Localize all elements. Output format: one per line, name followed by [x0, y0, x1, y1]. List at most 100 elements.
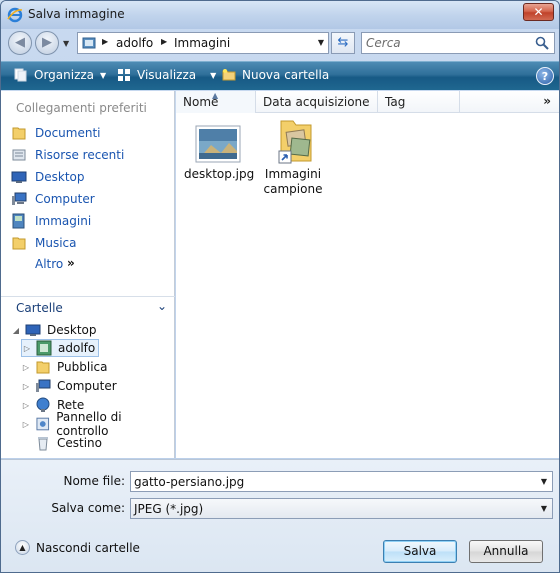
column-tag[interactable]: Tag: [378, 91, 460, 113]
collapse-arrow-icon[interactable]: ◢: [11, 326, 21, 335]
sidebar-item-computer[interactable]: Computer: [11, 190, 95, 208]
sidebar-item-desktop[interactable]: Desktop: [11, 168, 85, 186]
folder-item[interactable]: Immagini campione: [260, 117, 326, 197]
breadcrumb-separator-icon[interactable]: ▶: [161, 37, 167, 46]
tree-item-adolfo[interactable]: ▷ adolfo: [21, 339, 100, 357]
address-row: ◀ ▶ ▼ ▶ adolfo ▶ Immagini ▼ ⇆: [1, 29, 559, 59]
filename-label: Nome file:: [63, 474, 125, 488]
control-panel-icon: [36, 417, 49, 431]
search-icon: [535, 36, 549, 50]
refresh-button[interactable]: ⇆: [331, 32, 355, 54]
filetype-select[interactable]: JPEG (*.jpg) ▼: [130, 498, 553, 519]
breadcrumb-item[interactable]: Immagini: [174, 36, 230, 50]
filetype-value: JPEG (*.jpg): [134, 502, 204, 516]
expand-arrow-icon[interactable]: ▷: [21, 363, 31, 372]
view-label: Visualizza: [137, 68, 197, 82]
tree-item-desktop[interactable]: ◢ Desktop: [11, 321, 97, 339]
file-name: desktop.jpg: [184, 167, 255, 181]
new-folder-button[interactable]: Nuova cartella: [222, 68, 329, 82]
folder-icon: [36, 361, 50, 374]
sidebar-item-risorse-recenti[interactable]: Risorse recenti: [11, 146, 124, 164]
sidebar-item-immagini[interactable]: Immagini: [11, 212, 91, 230]
new-folder-label: Nuova cartella: [242, 68, 330, 82]
network-icon: [36, 397, 50, 412]
column-data-acquisizione[interactable]: Data acquisizione: [256, 91, 378, 113]
internet-explorer-icon: [7, 7, 23, 23]
search-input[interactable]: [366, 35, 526, 51]
new-folder-icon: [222, 69, 236, 81]
expand-arrow-icon[interactable]: ▷: [21, 401, 31, 410]
desktop-icon: [25, 324, 41, 336]
organize-menu[interactable]: Organizza ▼: [14, 68, 106, 82]
back-arrow-icon: ◀: [15, 35, 25, 50]
music-folder-icon: [12, 237, 26, 250]
filename-combobox[interactable]: ▼: [130, 471, 553, 492]
hide-folders-button[interactable]: ▲ Nascondi cartelle: [15, 540, 140, 555]
title-bar: Salva immagine ✕: [1, 1, 559, 29]
address-bar[interactable]: ▶ adolfo ▶ Immagini ▼: [77, 32, 329, 54]
organize-label: Organizza: [34, 68, 95, 82]
save-image-dialog: Salva immagine ✕ ◀ ▶ ▼ ▶ adolfo ▶ Immagi…: [0, 0, 560, 573]
pictures-icon: [12, 213, 25, 229]
more-columns-icon[interactable]: »: [543, 94, 551, 108]
pictures-folder-icon: [82, 37, 96, 49]
breadcrumb-item[interactable]: adolfo: [116, 36, 153, 50]
tree-item-computer[interactable]: ▷ Computer: [21, 377, 117, 395]
more-links-button[interactable]: Altro: [35, 257, 63, 271]
folders-header-label: Cartelle: [16, 301, 63, 315]
column-header: ▲ Nome Data acquisizione Tag »: [176, 91, 559, 113]
forward-button[interactable]: ▶: [35, 31, 59, 55]
tree-item-pannello-di-controllo[interactable]: ▷ Pannello di controllo: [21, 410, 174, 438]
recycle-bin-icon: [38, 437, 48, 451]
recent-places-icon: [12, 149, 26, 161]
navigation-pane: Collegamenti preferiti Documenti Risorse…: [1, 91, 175, 458]
folders-header[interactable]: Cartelle ⌄: [1, 297, 175, 319]
computer-icon: [36, 379, 51, 392]
sidebar-item-musica[interactable]: Musica: [11, 234, 77, 252]
user-folder-icon: [36, 340, 52, 356]
back-button[interactable]: ◀: [8, 31, 32, 55]
chevron-down-icon: ⌄: [156, 299, 167, 313]
double-chevron-right-icon[interactable]: »: [67, 256, 75, 270]
favorites-header: Collegamenti preferiti: [16, 101, 147, 115]
chevron-up-icon: ▲: [15, 540, 30, 555]
refresh-icon: ⇆: [337, 35, 349, 50]
sidebar-item-documenti[interactable]: Documenti: [11, 124, 101, 142]
view-menu[interactable]: Visualizza ▼: [117, 68, 216, 82]
expand-arrow-icon[interactable]: ▷: [21, 382, 31, 391]
window-title: Salva immagine: [28, 7, 125, 21]
close-icon: ✕: [533, 5, 544, 19]
chevron-down-icon: ▼: [540, 504, 547, 513]
recent-locations-dropdown[interactable]: ▼: [63, 39, 69, 48]
image-thumbnail-icon: [195, 125, 241, 163]
save-form: Nome file: ▼ Salva come: JPEG (*.jpg) ▼ …: [1, 459, 559, 572]
breadcrumb-separator-icon[interactable]: ▶: [102, 37, 108, 46]
chevron-down-icon: ▼: [100, 70, 107, 80]
sort-arrow-icon: ▲: [212, 91, 219, 100]
save-button[interactable]: Salva: [383, 540, 457, 563]
folder-name-line2: campione: [263, 182, 323, 196]
file-item[interactable]: desktop.jpg: [184, 125, 255, 182]
cancel-button[interactable]: Annulla: [469, 540, 543, 563]
close-button[interactable]: ✕: [523, 3, 554, 21]
desktop-icon: [11, 171, 27, 183]
filename-field[interactable]: [134, 474, 524, 490]
forward-arrow-icon: ▶: [42, 35, 52, 50]
hide-folders-label: Nascondi cartelle: [36, 540, 140, 555]
view-icon: [118, 69, 130, 81]
organize-icon: [14, 68, 27, 82]
computer-icon: [12, 192, 27, 205]
expand-arrow-icon[interactable]: ▷: [22, 344, 32, 353]
chevron-down-icon[interactable]: ▼: [541, 477, 547, 486]
command-toolbar: Organizza ▼ Visualizza ▼ Nuova cartella …: [1, 61, 559, 90]
search-box[interactable]: [361, 32, 555, 54]
tree-item-pubblica[interactable]: ▷ Pubblica: [21, 358, 108, 376]
file-list-pane: ▲ Nome Data acquisizione Tag » desktop.j…: [176, 91, 559, 458]
help-icon[interactable]: ?: [536, 67, 554, 85]
address-dropdown-icon[interactable]: ▼: [318, 38, 324, 47]
expand-arrow-icon[interactable]: ▷: [21, 420, 31, 429]
chevron-down-icon: ▼: [210, 70, 217, 80]
tree-item-cestino[interactable]: Cestino: [21, 434, 102, 452]
column-nome[interactable]: ▲ Nome: [176, 91, 256, 113]
folder-name-line1: Immagini: [264, 167, 322, 181]
